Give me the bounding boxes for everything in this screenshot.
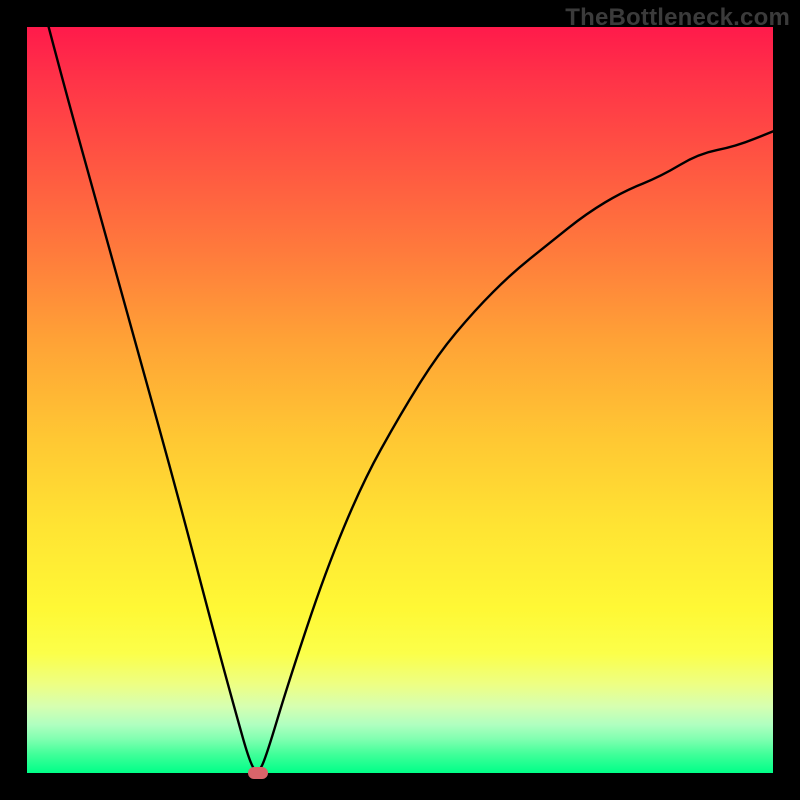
chart-frame: TheBottleneck.com <box>0 0 800 800</box>
optimum-marker <box>248 767 268 779</box>
watermark-text: TheBottleneck.com <box>565 4 790 32</box>
bottleneck-curve <box>27 27 773 773</box>
